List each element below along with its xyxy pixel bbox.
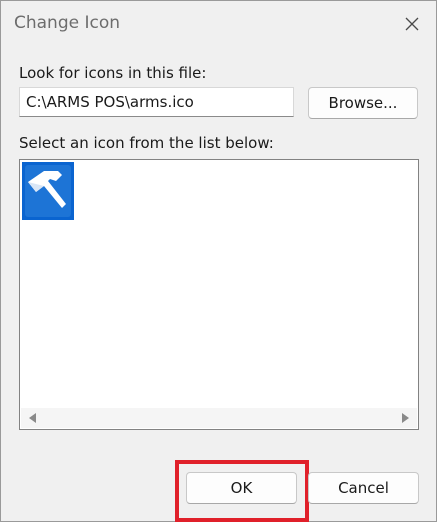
icon-list-item[interactable]: [22, 162, 74, 220]
cancel-button[interactable]: Cancel: [308, 472, 419, 504]
icon-list[interactable]: [19, 159, 419, 430]
ok-button[interactable]: OK: [186, 472, 297, 504]
close-icon: [405, 17, 419, 31]
close-button[interactable]: [396, 9, 428, 39]
dialog-title: Change Icon: [14, 13, 121, 33]
scroll-left-button[interactable]: [23, 408, 43, 428]
triangle-left-icon: [29, 413, 36, 423]
icon-list-label: Select an icon from the list below:: [19, 134, 274, 152]
scroll-right-button[interactable]: [395, 408, 415, 428]
triangle-right-icon: [402, 413, 409, 423]
file-path-label: Look for icons in this file:: [19, 64, 207, 82]
change-icon-dialog: Change Icon Look for icons in this file:…: [0, 0, 437, 522]
icon-file-path-input[interactable]: [19, 87, 294, 117]
hammer-icon: [25, 165, 71, 217]
browse-button[interactable]: Browse...: [308, 87, 418, 119]
horizontal-scrollbar[interactable]: [21, 408, 417, 428]
title-bar: Change Icon: [1, 1, 436, 47]
